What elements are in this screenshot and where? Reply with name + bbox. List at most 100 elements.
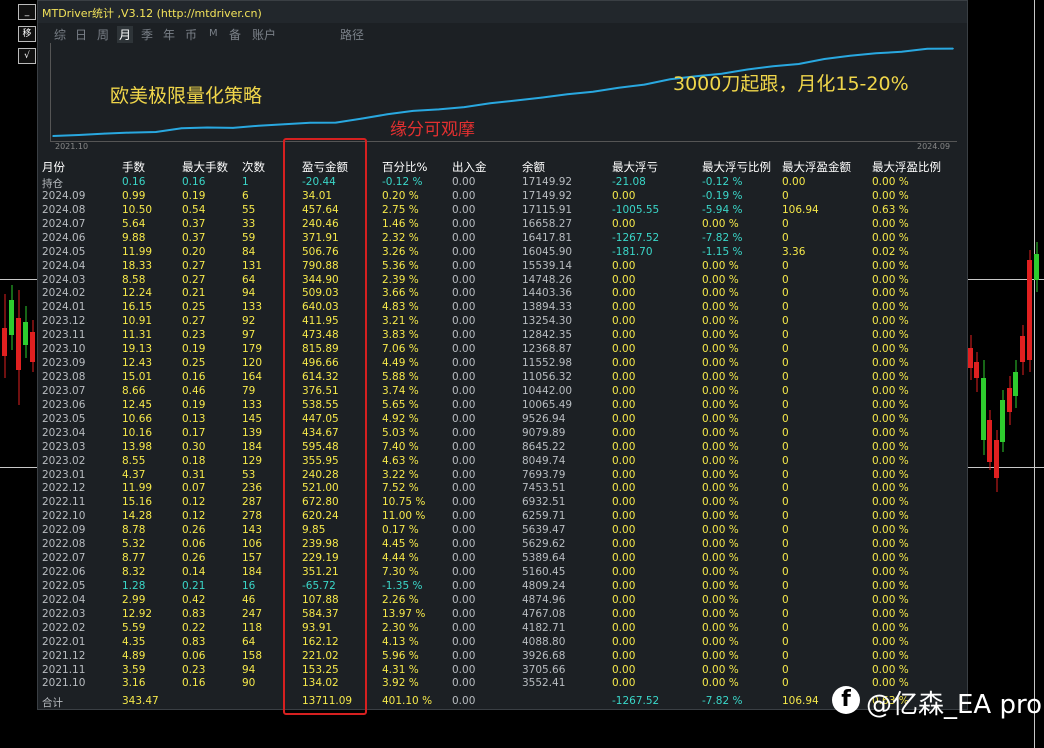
column-header-lots[interactable]: 手数	[122, 159, 145, 175]
cell-percent: 2.26 %	[382, 593, 419, 606]
cell-count: 64	[242, 273, 256, 286]
cell-month: 2024.01	[42, 301, 86, 314]
cell-lots: 12.92	[122, 607, 153, 620]
cell-max-float-profit-ratio: 0.00 %	[872, 538, 909, 551]
column-header-month[interactable]: 月份	[42, 159, 65, 175]
tab-m[interactable]: M	[209, 28, 218, 39]
cell-lots: 5.64	[122, 217, 146, 230]
candle-body	[9, 300, 14, 335]
column-header-max-float-loss-ratio[interactable]: 最大浮亏比例	[702, 159, 771, 175]
cell-max-float-loss: 0.00	[612, 607, 636, 620]
column-header-deposit[interactable]: 出入金	[452, 159, 487, 175]
cell-max-float-loss-ratio: 0.00 %	[702, 496, 739, 509]
column-header-max-float-profit[interactable]: 最大浮盈金额	[782, 159, 851, 175]
table-row-total: 合计 343.47 13711.09 401.10 % 0.00 -1267.52 -7.8…	[38, 695, 967, 709]
column-header-max-float-loss[interactable]: 最大浮亏	[612, 159, 658, 175]
time-separator	[1034, 0, 1035, 748]
minimize-button[interactable]: _	[18, 4, 36, 20]
cell-max-lots: 0.26	[182, 524, 206, 537]
cell-max-float-profit-ratio: 0.00 %	[872, 398, 909, 411]
cell-max-float-loss-ratio: 0.00 %	[702, 217, 739, 230]
cell-lots: 8.78	[122, 524, 146, 537]
tab-quarter[interactable]: 季	[141, 26, 153, 43]
tab-summary[interactable]: 综	[54, 26, 66, 43]
candle	[1000, 390, 1005, 452]
table-row: 2024.07 5.64 0.37 33 240.46 1.46 % 0.00 16658.2…	[38, 218, 967, 232]
tab-currency[interactable]: 币	[185, 26, 197, 43]
tab-note[interactable]: 备	[229, 26, 241, 43]
tab-account[interactable]: 账户	[252, 26, 276, 43]
balance-point	[463, 106, 466, 108]
cell-lots: 8.32	[122, 566, 146, 579]
cell-count: 59	[242, 231, 256, 244]
balance-point	[643, 83, 646, 86]
cell-max-lots: 0.19	[182, 398, 206, 411]
table-row: 2022.08 5.32 0.06 106 239.98 4.45 % 0.00 5629.6…	[38, 538, 967, 552]
cell-lots: 12.43	[122, 357, 153, 370]
cell-max-float-loss: 0.00	[612, 398, 636, 411]
cell-max-float-loss-ratio: 0.00 %	[702, 287, 739, 300]
table-row: 2022.11 15.16 0.12 287 672.80 10.75 % 0.00 6932…	[38, 496, 967, 510]
cell-percent: 4.44 %	[382, 552, 419, 565]
cell-deposit: 0.00	[452, 329, 476, 342]
cell-max-float-loss: 0.00	[612, 329, 636, 342]
cell-max-float-loss-ratio: 0.00 %	[702, 357, 739, 370]
tab-week[interactable]: 周	[97, 26, 109, 43]
cell-balance: 3926.68	[522, 649, 566, 662]
cell-percent: 0.20 %	[382, 189, 419, 202]
cell-max-float-loss: 0.00	[612, 538, 636, 551]
cell-max-float-loss-ratio: 0.00 %	[702, 371, 739, 384]
cell-lots: 16.15	[122, 301, 153, 314]
cell-percent: -0.12 %	[382, 176, 423, 188]
table-row: 2024.04 18.33 0.27 131 790.88 5.36 % 0.00 15539…	[38, 260, 967, 274]
balance-point	[103, 132, 106, 135]
cell-percent: 4.63 %	[382, 454, 419, 467]
cell-lots: 1.28	[122, 579, 146, 592]
cell-max-float-loss-ratio: -7.82 %	[702, 231, 743, 244]
table-row: 2021.12 4.89 0.06 158 221.02 5.96 % 0.00 3926.6…	[38, 650, 967, 664]
cell-max-float-loss: 0.00	[612, 440, 636, 453]
column-header-count[interactable]: 次数	[242, 159, 265, 175]
cell-deposit: 0.00	[452, 440, 476, 453]
cell-balance: 13894.33	[522, 301, 573, 314]
cell-max-float-loss: -1267.52	[612, 231, 660, 244]
cell-max-float-profit: 0	[782, 635, 789, 648]
cell-max-float-profit-ratio: 0.00 %	[872, 357, 909, 370]
balance-point	[437, 108, 440, 111]
cell-percent: 4.45 %	[382, 538, 419, 551]
tab-day[interactable]: 日	[75, 26, 87, 43]
cell-max-float-loss: 0.00	[612, 217, 636, 230]
column-header-max-lots[interactable]: 最大手数	[182, 159, 228, 175]
column-header-balance[interactable]: 余额	[522, 159, 545, 175]
candle-body	[1013, 372, 1018, 396]
tab-path[interactable]: 路径	[340, 26, 364, 43]
cell-count: 84	[242, 245, 256, 258]
cell-lots: 8.55	[122, 454, 146, 467]
cell-month: 2022.02	[42, 621, 86, 634]
check-button[interactable]: √	[18, 48, 36, 64]
table-row: 2022.05 1.28 0.21 16 -65.72 -1.35 % 0.00 4809.2…	[38, 580, 967, 594]
cell-lots: 12.45	[122, 398, 153, 411]
balance-point	[617, 87, 620, 89]
cell-max-float-profit-ratio: 0.00 %	[872, 440, 909, 453]
column-header-max-float-profit-ratio[interactable]: 最大浮盈比例	[872, 159, 941, 175]
cell-count: 133	[242, 398, 263, 411]
cell-max-float-profit: 0	[782, 649, 789, 662]
move-button[interactable]: 移	[18, 26, 36, 42]
cell-max-float-loss: -1005.55	[612, 203, 660, 216]
title-bar[interactable]: MTDriver统计 ,V3.12 (http://mtdriver.cn)	[38, 1, 967, 23]
cell-balance: 6259.71	[522, 510, 566, 523]
cell-max-float-profit: 0	[782, 231, 789, 244]
cell-max-float-loss: -21.08	[612, 176, 646, 188]
cell-max-float-profit-ratio: 0.00 %	[872, 663, 909, 676]
tab-year[interactable]: 年	[163, 26, 175, 43]
cell-max-lots: 0.31	[182, 468, 206, 481]
cell-percent: 2.32 %	[382, 231, 419, 244]
cell-max-float-profit-ratio: 0.00 %	[872, 301, 909, 314]
cell-percent: 7.52 %	[382, 482, 419, 495]
column-header-percent[interactable]: 百分比%	[382, 159, 427, 175]
table-row-position: 持仓 0.16 0.16 1 -20.44 -0.12 % 0.00 17149.92 -21.…	[38, 176, 967, 190]
cell-max-float-loss-ratio: -1.15 %	[702, 245, 743, 258]
balance-point	[180, 127, 183, 129]
tab-month[interactable]: 月	[117, 26, 134, 43]
